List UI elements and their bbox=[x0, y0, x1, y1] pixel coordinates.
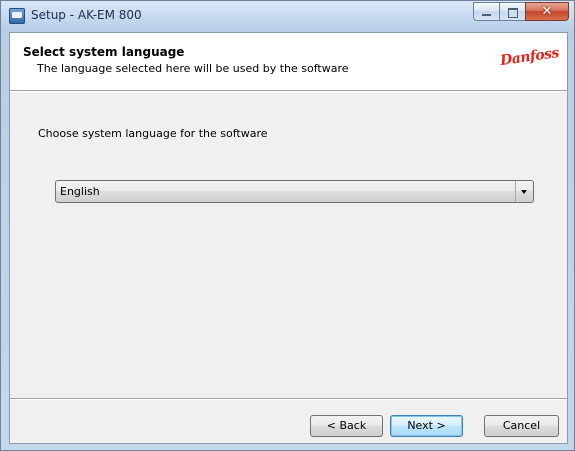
window-title: Setup - AK-EM 800 bbox=[31, 8, 142, 22]
maximize-button[interactable] bbox=[499, 2, 525, 21]
page-subtitle: The language selected here will be used … bbox=[37, 62, 349, 75]
setup-window: Setup - AK-EM 800 ✕ Select system langua… bbox=[0, 0, 575, 451]
chevron-down-icon[interactable] bbox=[515, 181, 533, 202]
wizard-header: Select system language The language sele… bbox=[10, 33, 567, 91]
back-button[interactable]: < Back bbox=[310, 415, 383, 437]
footer-divider bbox=[10, 398, 567, 400]
wizard-body: Select system language The language sele… bbox=[9, 32, 568, 444]
setup-app-icon[interactable] bbox=[9, 8, 25, 24]
language-select[interactable]: English bbox=[55, 180, 534, 203]
page-title: Select system language bbox=[23, 45, 185, 59]
caption-buttons: ✕ bbox=[473, 2, 569, 21]
language-select-value: English bbox=[60, 185, 100, 198]
close-button[interactable]: ✕ bbox=[525, 2, 569, 21]
title-bar[interactable]: Setup - AK-EM 800 ✕ bbox=[1, 1, 574, 31]
minimize-button[interactable] bbox=[473, 2, 499, 21]
cancel-button[interactable]: Cancel bbox=[484, 415, 559, 437]
danfoss-logo: Danfoss bbox=[499, 44, 560, 70]
minimize-icon bbox=[482, 14, 491, 16]
next-button[interactable]: Next > bbox=[390, 415, 463, 437]
maximize-icon bbox=[508, 8, 518, 18]
close-icon: ✕ bbox=[541, 4, 553, 19]
language-prompt: Choose system language for the software bbox=[38, 127, 268, 140]
